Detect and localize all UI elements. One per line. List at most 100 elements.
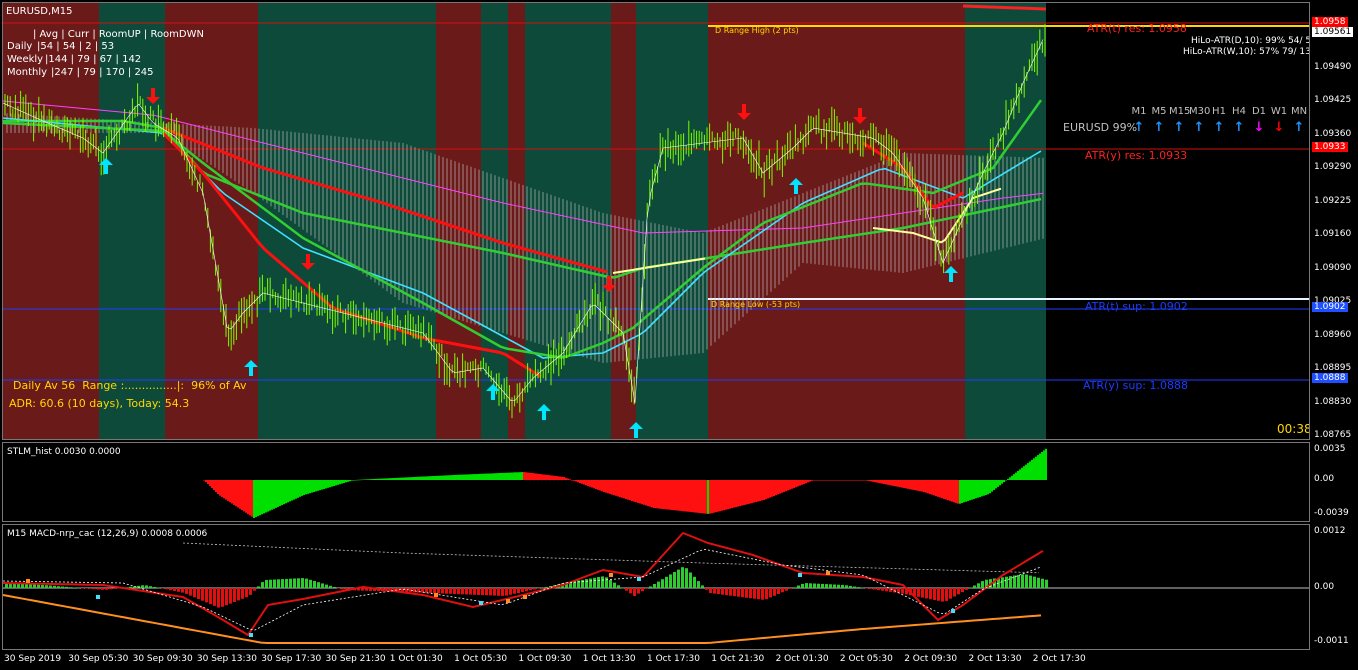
- macd-histogram-bar: [801, 583, 804, 588]
- stlm-histogram-bar: [203, 480, 205, 481]
- stlm-histogram-bar: [255, 480, 257, 518]
- stlm-histogram-bar: [239, 480, 241, 509]
- stlm-histogram-bar: [953, 480, 955, 503]
- macd-histogram-bar: [977, 583, 980, 588]
- macd-histogram-bar: [709, 588, 712, 594]
- stlm-histogram-bar: [901, 480, 903, 488]
- macd-histogram-bar: [829, 584, 832, 588]
- macd-signal-trend-line: [3, 594, 1042, 644]
- atr-t-sup-label: ATR(t) sup: 1.0902: [1085, 300, 1188, 313]
- stlm-histogram-bar: [987, 480, 989, 495]
- stlm-histogram-bar: [695, 480, 697, 513]
- stlm-histogram-bar: [205, 480, 207, 482]
- stlm-histogram-bar: [1033, 458, 1035, 480]
- stlm-histogram-bar: [861, 480, 863, 481]
- macd-canvas[interactable]: [3, 525, 1310, 650]
- macd-histogram-bar: [861, 587, 864, 589]
- stlm-histogram-bar: [941, 480, 943, 499]
- stlm-histogram-bar: [999, 480, 1001, 486]
- stlm-histogram-bar: [281, 480, 283, 506]
- macd-histogram-bar: [1025, 574, 1028, 588]
- macd-histogram-bar: [461, 588, 464, 595]
- stlm-histogram-bar: [573, 480, 575, 481]
- macd-main-line: [3, 531, 1044, 637]
- price-axis[interactable]: 1.09561 1.09490 1.09425 1.09360 1.09290 1.092…: [1310, 2, 1358, 440]
- stlm-histogram-bar: [955, 480, 957, 503]
- stlm-histogram-canvas[interactable]: [3, 443, 1310, 522]
- stlm-histogram-bar: [829, 480, 831, 481]
- stlm-histogram-bar: [637, 480, 639, 503]
- macd-histogram-bar: [1045, 579, 1048, 588]
- price-chart-pane[interactable]: EURUSD,M15 | Avg | Curr | RoomUP | RoomD…: [2, 2, 1310, 440]
- macd-histogram-bar: [617, 585, 620, 588]
- stlm-axis: 0.0035 0.00 -0.0039: [1310, 442, 1358, 522]
- macd-histogram-bar: [361, 588, 364, 591]
- macd-histogram-bar: [521, 588, 524, 593]
- time-tick-label: 2 Oct 09:30: [904, 654, 958, 664]
- macd-histogram-bar: [533, 588, 536, 590]
- stlm-histogram-bar: [815, 480, 817, 481]
- macd-histogram-bar: [725, 588, 728, 596]
- stlm-histogram-bar: [965, 480, 967, 502]
- stlm-histogram-bar: [543, 474, 545, 480]
- stlm-histogram-bar: [407, 477, 409, 480]
- macd-histogram-bar: [505, 588, 508, 596]
- stlm-histogram-bar: [591, 480, 593, 488]
- stlm-histogram-pane[interactable]: STLM_hist 0.0030 0.0000: [2, 442, 1310, 522]
- stlm-histogram-bar: [513, 472, 515, 480]
- stlm-histogram-bar: [805, 480, 807, 484]
- macd-histogram-bar: [937, 588, 940, 601]
- stlm-histogram-bar: [471, 474, 473, 480]
- macd-histogram-bar: [809, 583, 812, 588]
- stlm-histogram-bar: [329, 480, 331, 488]
- stlm-histogram-bar: [1031, 459, 1033, 480]
- macd-histogram-bar: [1041, 578, 1044, 588]
- macd-histogram-bar: [825, 584, 828, 588]
- stlm-histogram-bar: [793, 480, 795, 488]
- macd-histogram-bar: [529, 588, 532, 591]
- stlm-histogram-bar: [827, 480, 829, 481]
- stlm-histogram-bar: [399, 477, 401, 480]
- stlm-histogram-bar: [969, 480, 971, 501]
- macd-histogram-bar: [29, 584, 32, 588]
- stlm-histogram-bar: [357, 479, 359, 481]
- stlm-histogram-bar: [967, 480, 969, 501]
- bearish-session-zone: [708, 3, 965, 439]
- macd-histogram-bar: [729, 588, 732, 596]
- stlm-histogram-bar: [833, 480, 835, 481]
- macd-histogram-bar: [609, 580, 612, 588]
- symbol-title: EURUSD,M15: [6, 6, 73, 17]
- stlm-histogram-bar: [939, 480, 941, 498]
- stlm-histogram-bar: [765, 480, 767, 500]
- stlm-histogram-bar: [259, 480, 261, 516]
- stlm-histogram-bar: [1003, 480, 1005, 483]
- stlm-histogram-bar: [915, 480, 917, 491]
- stlm-histogram-bar: [423, 476, 425, 480]
- macd-histogram-bar: [481, 588, 484, 596]
- stlm-histogram-bar: [1013, 474, 1015, 480]
- price-chart-canvas[interactable]: [3, 3, 1310, 440]
- macd-histogram-bar: [81, 588, 84, 589]
- macd-histogram-bar: [589, 578, 592, 589]
- time-axis[interactable]: 30 Sep 2019 30 Sep 05:30 30 Sep 09:30 30 Se…: [0, 652, 1358, 670]
- macd-pane[interactable]: M15 MACD-nrp_cac (12,26,9) 0.0008 0.0006: [2, 524, 1310, 650]
- macd-histogram-bar: [753, 588, 756, 599]
- stlm-histogram-bar: [773, 480, 775, 496]
- stlm-histogram-bar: [781, 480, 783, 493]
- stlm-histogram-bar: [1017, 471, 1019, 480]
- mtf-up-arrow-icon: ↑: [1293, 120, 1305, 135]
- stlm-histogram-bar: [997, 480, 999, 487]
- stlm-histogram-bar: [819, 480, 821, 481]
- stlm-histogram-bar: [369, 479, 371, 480]
- stlm-histogram-bar: [267, 480, 269, 512]
- stlm-histogram-bar: [383, 478, 385, 480]
- stlm-histogram-bar: [957, 480, 959, 504]
- macd-upper-dotted-line: [182, 542, 1040, 574]
- bullish-session-zone: [965, 3, 1046, 439]
- macd-histogram-bar: [329, 585, 332, 588]
- stlm-histogram-bar: [983, 480, 985, 496]
- time-tick-label: 2 Oct 01:30: [775, 654, 829, 664]
- macd-histogram-bar: [325, 584, 328, 588]
- stlm-histogram-bar: [785, 480, 787, 492]
- macd-histogram-bar: [289, 578, 292, 588]
